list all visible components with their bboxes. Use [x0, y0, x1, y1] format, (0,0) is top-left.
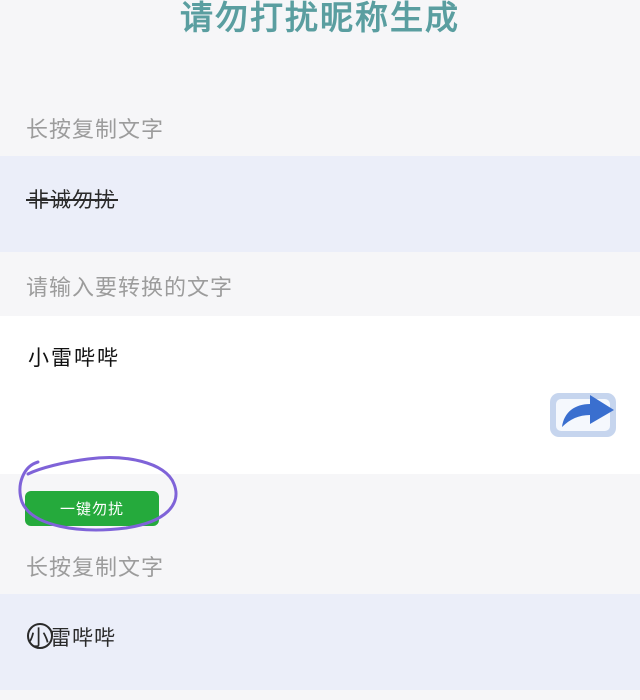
result-text-bottom[interactable]: 小雷哔哔: [27, 622, 116, 652]
copy-hint-label-bottom: 长按复制文字: [26, 556, 165, 581]
result-text-bottom-value: 小雷哔哔: [27, 622, 116, 652]
result-box-top[interactable]: 非诚勿扰: [0, 156, 640, 252]
strike-overlay: [26, 199, 118, 201]
one-key-dnd-button[interactable]: 一键勿扰: [25, 491, 159, 526]
input-text-value[interactable]: 小雷哔哔: [28, 342, 120, 372]
text-input-area[interactable]: 小雷哔哔: [0, 316, 640, 474]
copy-hint-label-top: 长按复制文字: [26, 118, 165, 143]
result-text-top[interactable]: 非诚勿扰: [26, 184, 118, 214]
result-text-top-value: 非诚勿扰: [26, 184, 118, 214]
result-box-bottom[interactable]: 小雷哔哔: [0, 594, 640, 690]
share-icon-svg: [550, 393, 616, 437]
input-hint-label: 请输入要转换的文字: [26, 276, 234, 301]
share-arrow-icon[interactable]: [548, 384, 620, 438]
ring-overlay: [27, 623, 53, 649]
page-title: 请勿打扰昵称生成: [180, 0, 460, 37]
